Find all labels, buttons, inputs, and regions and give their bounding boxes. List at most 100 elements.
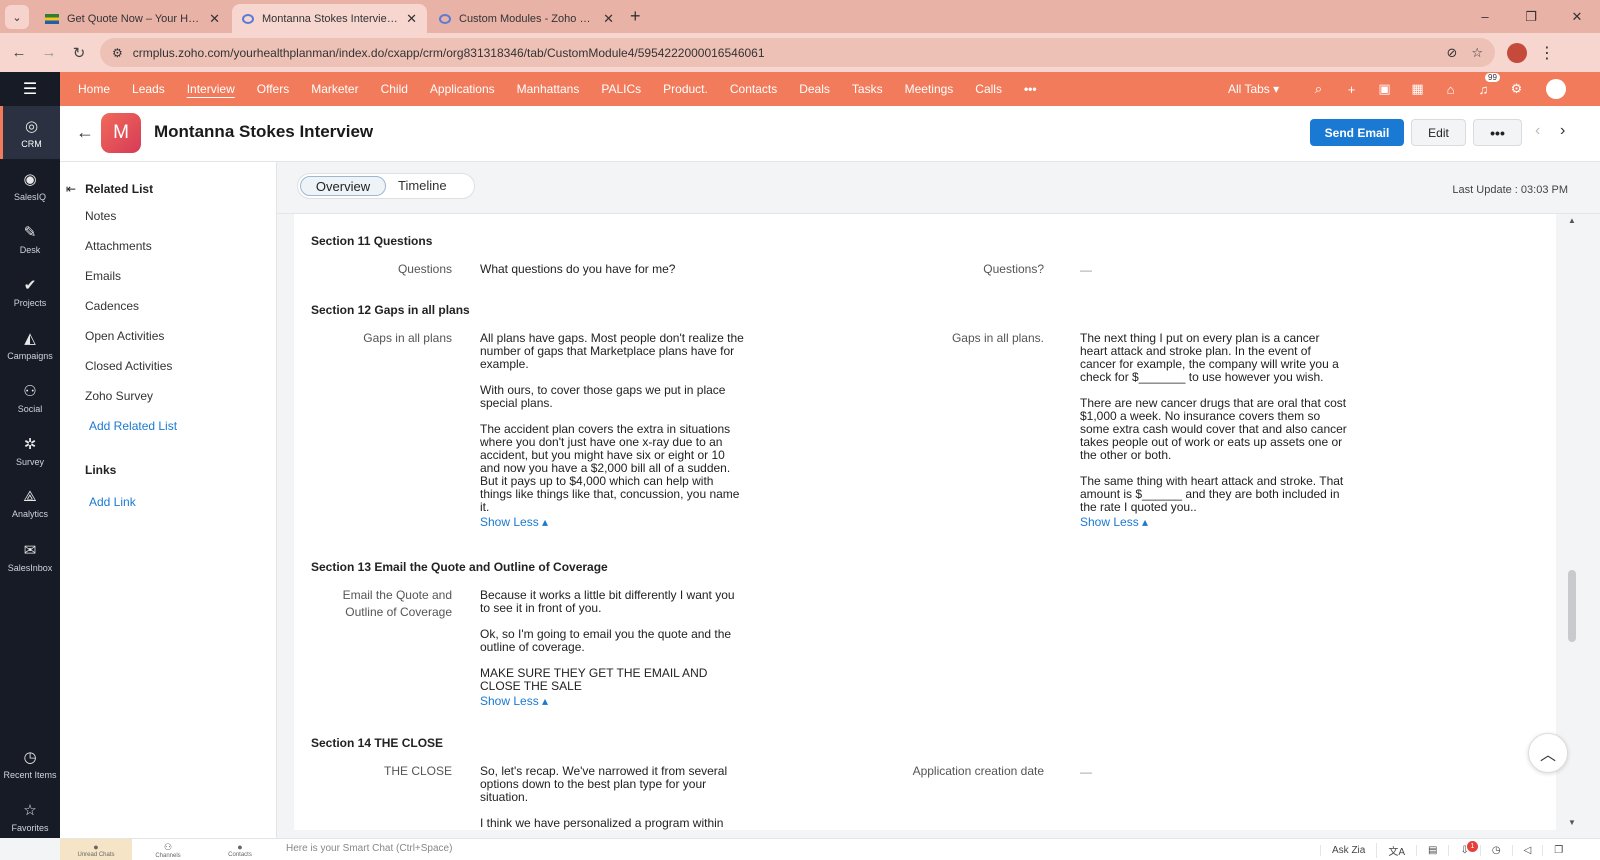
reload-icon[interactable]: ↻ [64, 44, 94, 62]
collapse-icon[interactable]: ⇤ [66, 182, 76, 196]
browser-menu-icon[interactable]: ⋮ [1539, 43, 1555, 63]
scroll-down-icon[interactable]: ▼ [1568, 818, 1576, 827]
sidebar-item-desk[interactable]: ✎ Desk [0, 212, 60, 265]
notes-icon[interactable]: ▤ [1416, 844, 1448, 856]
browser-tab-2[interactable]: Montanna Stokes Interview (Int ✕ [232, 4, 427, 33]
social-icon: ⚇ [23, 382, 37, 400]
more-actions-button[interactable]: ••• [1473, 119, 1522, 146]
nav-home[interactable]: Home [60, 82, 121, 96]
nav-tasks[interactable]: Tasks [841, 82, 894, 96]
all-tabs-dropdown[interactable]: All Tabs ▾ [1228, 82, 1279, 96]
search-icon[interactable]: ⌕ [1302, 81, 1335, 97]
profile-avatar[interactable] [1507, 42, 1527, 63]
contacts-button[interactable]: ● Contacts [204, 839, 276, 860]
sidebar-item-analytics[interactable]: ⟁ Analytics [0, 477, 60, 530]
nav-child[interactable]: Child [370, 82, 419, 96]
nav-product[interactable]: Product. [652, 82, 719, 96]
alarm-icon[interactable]: ◷ [1479, 844, 1512, 856]
related-item-emails[interactable]: Emails [85, 269, 121, 283]
add-related-list-link[interactable]: Add Related List [89, 419, 177, 433]
menu-icon[interactable]: ☰ [0, 72, 60, 106]
marketplace-icon[interactable]: ⌂ [1434, 82, 1467, 97]
related-item-notes[interactable]: Notes [85, 209, 116, 223]
tracking-off-icon[interactable]: ⊘ [1446, 45, 1457, 61]
sidebar-item-salesiq[interactable]: ◉ SalesIQ [0, 159, 60, 212]
related-item-closed-activities[interactable]: Closed Activities [85, 359, 172, 373]
clock-icon: ◷ [23, 748, 37, 766]
sidebar-item-recent-items[interactable]: ◷ Recent Items [0, 737, 60, 790]
smart-chat-input[interactable]: Here is your Smart Chat (Ctrl+Space) [286, 843, 452, 854]
nav-calls[interactable]: Calls [964, 82, 1013, 96]
forward-icon[interactable]: → [34, 44, 64, 61]
ask-zia-button[interactable]: Ask Zia [1320, 844, 1376, 856]
announcement-icon[interactable]: ◁ [1511, 844, 1543, 856]
tab-overview[interactable]: Overview [300, 176, 386, 196]
scrollbar-track[interactable] [1566, 214, 1578, 830]
sidebar-item-favorites[interactable]: ☆ Favorites [0, 790, 60, 843]
restore-icon[interactable]: ❐ [1508, 9, 1554, 25]
previous-record-icon[interactable]: ‹ [1535, 122, 1540, 140]
field-paragraph: Ok, so I'm going to email you the quote … [480, 627, 732, 654]
module-nav: Home Leads Interview Offers Marketer Chi… [60, 72, 1600, 106]
site-settings-icon[interactable]: ⚙ [112, 46, 123, 60]
tab-search-button[interactable]: ⌄ [5, 5, 29, 29]
related-item-open-activities[interactable]: Open Activities [85, 329, 164, 343]
scroll-to-top-button[interactable]: ︿ [1528, 733, 1568, 773]
back-arrow-icon[interactable]: ← [76, 122, 94, 143]
sidebar-item-campaigns[interactable]: ◭ Campaigns [0, 318, 60, 371]
close-tab-icon[interactable]: ✕ [209, 11, 220, 27]
bell-icon[interactable]: ♫ 99 [1467, 72, 1500, 97]
scrollbar-thumb[interactable] [1568, 570, 1576, 642]
sidebar-item-projects[interactable]: ✔ Projects [0, 265, 60, 318]
scroll-up-icon[interactable]: ▲ [1568, 216, 1576, 225]
add-icon[interactable]: + [1335, 82, 1368, 97]
sidebar-item-crm[interactable]: ◎ CRM [0, 106, 60, 159]
bookmark-star-icon[interactable]: ☆ [1471, 45, 1483, 61]
sidebar-item-survey[interactable]: ✲ Survey [0, 424, 60, 477]
add-link[interactable]: Add Link [89, 495, 136, 509]
nav-more-icon[interactable]: ••• [1013, 82, 1048, 96]
nav-manhattans[interactable]: Manhattans [506, 82, 591, 96]
field-value: What questions do you have for me? [480, 262, 676, 276]
nav-applications[interactable]: Applications [419, 82, 506, 96]
new-tab-icon[interactable]: + [630, 6, 641, 27]
show-less-link[interactable]: Show Less ▴ [1080, 515, 1148, 529]
nav-contacts[interactable]: Contacts [719, 82, 788, 96]
show-less-link[interactable]: Show Less ▴ [480, 694, 548, 708]
related-item-zoho-survey[interactable]: Zoho Survey [85, 389, 153, 403]
browser-tab-1[interactable]: Get Quote Now – Your Health P ✕ [35, 4, 230, 33]
close-tab-icon[interactable]: ✕ [406, 11, 417, 27]
field-label: THE CLOSE [383, 764, 452, 778]
close-tab-icon[interactable]: ✕ [603, 11, 614, 27]
window-icon[interactable]: ❐ [1542, 844, 1574, 856]
edit-button[interactable]: Edit [1411, 119, 1466, 146]
channels-button[interactable]: ⚇ Channels [132, 839, 204, 860]
show-less-link[interactable]: Show Less ▴ [480, 515, 548, 529]
unread-chats-button[interactable]: ● Unread Chats [60, 839, 132, 860]
calendar-icon[interactable]: ▦ [1401, 81, 1434, 97]
nav-deals[interactable]: Deals [788, 82, 841, 96]
nav-marketer[interactable]: Marketer [300, 82, 369, 96]
activity-icon[interactable]: ▣ [1368, 81, 1401, 97]
browser-tab-3[interactable]: Custom Modules - Zoho CRM ✕ [429, 4, 624, 33]
minimize-icon[interactable]: – [1462, 9, 1508, 24]
user-avatar[interactable] [1546, 79, 1566, 99]
gear-icon[interactable]: ⚙ [1500, 81, 1533, 97]
downloads-icon[interactable]: ⇩ 1 [1448, 840, 1479, 856]
close-window-icon[interactable]: ✕ [1554, 9, 1600, 25]
url-input[interactable]: ⚙ crmplus.zoho.com/yourhealthplanman/ind… [100, 38, 1495, 67]
next-record-icon[interactable]: › [1560, 122, 1565, 140]
nav-leads[interactable]: Leads [121, 82, 176, 96]
back-icon[interactable]: ← [4, 44, 34, 61]
nav-offers[interactable]: Offers [246, 82, 300, 96]
related-item-cadences[interactable]: Cadences [85, 299, 139, 313]
sidebar-item-salesinbox[interactable]: ✉ SalesInbox [0, 530, 60, 583]
related-item-attachments[interactable]: Attachments [85, 239, 152, 253]
tab-timeline[interactable]: Timeline [398, 178, 447, 193]
sidebar-item-social[interactable]: ⚇ Social [0, 371, 60, 424]
nav-meetings[interactable]: Meetings [894, 82, 965, 96]
translate-icon[interactable]: 文A [1376, 842, 1416, 858]
nav-interview[interactable]: Interview [176, 82, 246, 96]
nav-palics[interactable]: PALICs [590, 82, 652, 96]
send-email-button[interactable]: Send Email [1310, 119, 1404, 146]
